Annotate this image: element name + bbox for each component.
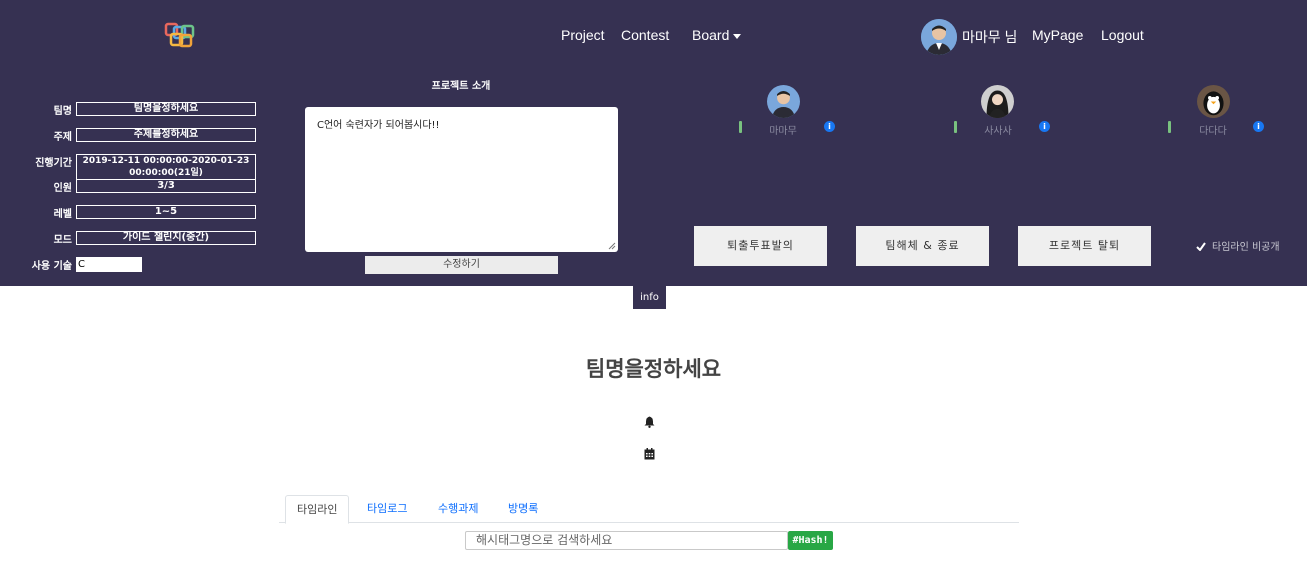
field-value-period: 2019-12-11 00:00:00-2020-01-23 00:00:00(… [76,154,256,180]
nav-board-label: Board [692,27,730,43]
field-label-members: 인원 [53,183,72,194]
nav-contest[interactable]: Contest [621,27,669,43]
logout-link[interactable]: Logout [1101,27,1144,43]
intro-title: 프로젝트 소개 [431,81,491,92]
field-label-mode: 모드 [53,235,72,246]
tab-timeline[interactable]: 타임라인 [285,495,350,524]
field-label-team-name: 팀명 [53,106,72,117]
info-toggle-tab[interactable]: info [633,286,666,309]
intro-textarea[interactable]: C언어 숙련자가 되어봅시다!! [305,107,618,252]
chevron-down-icon [733,33,742,39]
field-label-tech: 사용 기술 [31,261,72,272]
field-value-mode: 가이드 챌린지(중간) [76,231,256,245]
user-name: 마마무 님 [962,29,1018,45]
member-status-bar [1168,121,1171,133]
vote-kick-button[interactable]: 퇴출투표발의 [694,226,827,266]
resize-handle-icon[interactable] [608,242,616,250]
member-status-bar [739,121,742,133]
private-timeline-toggle[interactable]: 타임라인 비공개 [1196,238,1280,253]
field-label-topic: 주제 [53,132,72,143]
edit-intro-button[interactable]: 수정하기 [365,256,558,274]
info-icon[interactable]: i [1039,121,1050,132]
field-value-level: 1~5 [76,205,256,219]
hash-search-button[interactable]: #Hash! [788,531,833,550]
member-name-1: 마마무 [769,126,797,137]
tab-guestbook[interactable]: 방명록 [497,495,549,522]
info-icon[interactable]: i [824,121,835,132]
tab-timelog[interactable]: 타임로그 [356,495,418,522]
field-label-period: 진행기간 [35,158,72,169]
team-title: 팀명을정하세요 [585,357,722,381]
member-avatar-3[interactable] [1197,85,1230,118]
field-value-team-name: 팀명을정하세요 [76,102,256,116]
tech-input[interactable]: C [76,257,142,272]
project-header: Project Contest Board 마마무 님 MyPage Logou… [0,0,1307,286]
leave-project-button[interactable]: 프로젝트 탈퇴 [1018,226,1151,266]
member-avatar-2[interactable] [981,85,1014,118]
private-timeline-label: 타임라인 비공개 [1212,242,1280,253]
info-icon[interactable]: i [1253,121,1264,132]
check-icon [1196,242,1206,252]
tabs-divider [279,522,1019,523]
mypage-link[interactable]: MyPage [1032,27,1083,43]
field-value-topic: 주제를정하세요 [76,128,256,142]
member-name-3: 다다다 [1199,126,1227,137]
bell-icon[interactable] [644,416,655,428]
nav-board-dropdown[interactable]: Board [692,27,742,43]
field-value-members: 3/3 [76,179,256,193]
user-avatar[interactable] [921,19,957,55]
field-label-level: 레벨 [53,209,72,220]
member-name-2: 사사사 [984,126,1012,137]
member-avatar-1[interactable] [767,85,800,118]
site-logo[interactable] [164,22,196,48]
hashtag-search-input[interactable]: 해시태그명으로 검색하세요 [465,531,788,550]
member-status-bar [954,121,957,133]
calendar-icon[interactable] [644,448,655,460]
tab-tasks[interactable]: 수행과제 [427,495,489,522]
nav-project[interactable]: Project [561,27,605,43]
disband-team-button[interactable]: 팀해체 & 종료 [856,226,989,266]
